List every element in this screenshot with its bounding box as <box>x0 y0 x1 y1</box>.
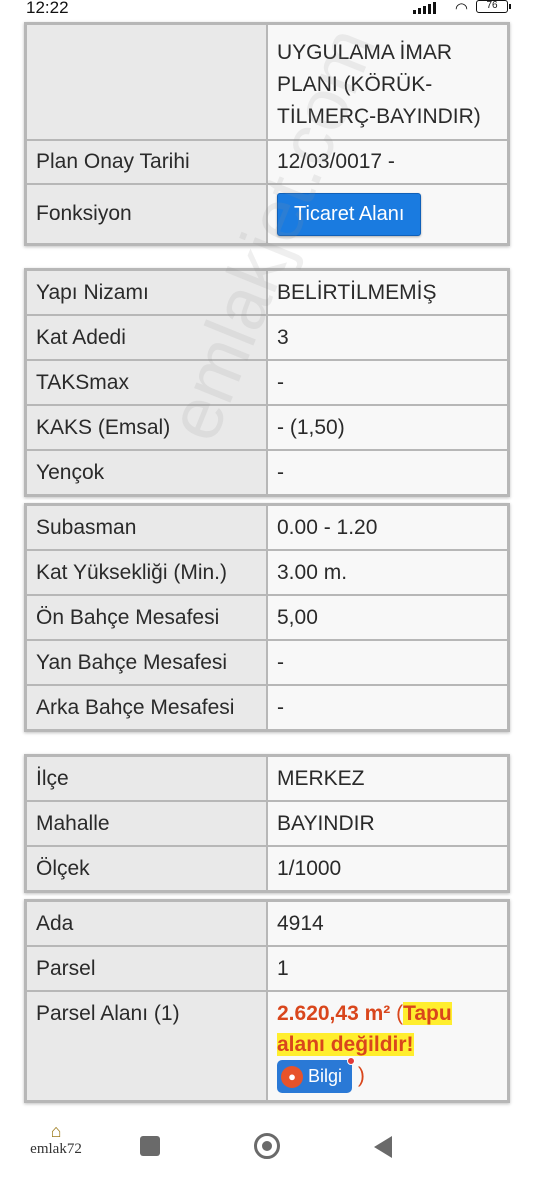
plan-table: UYGULAMA İMAR PLANI (KÖRÜK-TİLMERÇ-BAYIN… <box>24 22 510 246</box>
status-bar: 12:22 ◠ 76 <box>0 0 540 22</box>
recent-apps-button[interactable] <box>140 1136 160 1156</box>
table-row: İlçe MERKEZ <box>27 757 507 800</box>
back-button[interactable] <box>374 1136 392 1158</box>
table-row: Subasman 0.00 - 1.20 <box>27 506 507 549</box>
notification-dot <box>347 1057 356 1065</box>
row-value: - <box>268 641 507 684</box>
plan-name-value: UYGULAMA İMAR PLANI (KÖRÜK-TİLMERÇ-BAYIN… <box>268 25 507 139</box>
row-value: MERKEZ <box>268 757 507 800</box>
table-row: Kat Yüksekliği (Min.) 3.00 m. <box>27 549 507 594</box>
globe-icon: ● <box>281 1065 303 1088</box>
row-label: Ölçek <box>27 847 268 890</box>
row-label: Ön Bahçe Mesafesi <box>27 596 268 639</box>
logo-text: emlak72 <box>30 1141 82 1157</box>
row-value: - <box>268 451 507 494</box>
table-row: Ön Bahçe Mesafesi 5,00 <box>27 594 507 639</box>
row-value: BAYINDIR <box>268 802 507 845</box>
plan-approval-date: 12/03/0017 - <box>268 141 507 183</box>
row-label: Kat Yüksekliği (Min.) <box>27 551 268 594</box>
table-row: Kat Adedi 3 <box>27 314 507 359</box>
paren-close: ) <box>352 1064 365 1088</box>
house-icon: ⌂ <box>50 1121 62 1141</box>
row-value: 3 <box>268 316 507 359</box>
title-deed-warning-2: alanı değildir! <box>277 1033 414 1056</box>
title-deed-warning: Tapu <box>403 1002 452 1025</box>
row-value: 1 <box>268 947 507 990</box>
parcel-area-number: 2.620,43 m² <box>277 1002 391 1025</box>
row-label: Plan Onay Tarihi <box>27 141 268 183</box>
row-label: Fonksiyon <box>27 185 268 243</box>
row-label: Parsel <box>27 947 268 990</box>
row-value: BELİRTİLMEMİŞ <box>268 271 507 314</box>
row-label: Yan Bahçe Mesafesi <box>27 641 268 684</box>
table-row: Fonksiyon Ticaret Alanı <box>27 183 507 243</box>
row-value: 3.00 m. <box>268 551 507 594</box>
table-row: UYGULAMA İMAR PLANI (KÖRÜK-TİLMERÇ-BAYIN… <box>27 25 507 139</box>
table-row: Parsel 1 <box>27 945 507 990</box>
table-row: Ada 4914 <box>27 902 507 945</box>
navigation-bar: ⌂ emlak72 <box>0 1114 540 1180</box>
row-label: Kat Adedi <box>27 316 268 359</box>
table-row: KAKS (Emsal) - (1,50) <box>27 404 507 449</box>
info-button-label: Bilgi <box>308 1066 343 1086</box>
row-label: KAKS (Emsal) <box>27 406 268 449</box>
location-table: İlçe MERKEZ Mahalle BAYINDIR Ölçek 1/100… <box>24 754 510 893</box>
status-time: 12:22 <box>26 0 69 17</box>
row-label: Ada <box>27 902 268 945</box>
table-row: Arka Bahçe Mesafesi - <box>27 684 507 729</box>
app-logo[interactable]: ⌂ emlak72 <box>26 1122 86 1158</box>
row-label: İlçe <box>27 757 268 800</box>
table-row: Ölçek 1/1000 <box>27 845 507 890</box>
table-row: TAKSmax - <box>27 359 507 404</box>
table-row: Yapı Nizamı BELİRTİLMEMİŞ <box>27 271 507 314</box>
row-value: 5,00 <box>268 596 507 639</box>
wifi-icon: ◠ <box>454 0 468 17</box>
row-value: - <box>268 686 507 729</box>
row-value: - <box>268 361 507 404</box>
row-value: 1/1000 <box>268 847 507 890</box>
row-value: - (1,50) <box>268 406 507 449</box>
signal-icon <box>413 2 436 14</box>
row-label: Yapı Nizamı <box>27 271 268 314</box>
row-label: Parsel Alanı (1) <box>27 992 268 1100</box>
info-button[interactable]: ● Bilgi <box>277 1057 356 1093</box>
row-label: Mahalle <box>27 802 268 845</box>
row-label: Yençok <box>27 451 268 494</box>
row-label: TAKSmax <box>27 361 268 404</box>
function-button[interactable]: Ticaret Alanı <box>277 192 422 236</box>
parcel-area-value: 2.620,43 m² (Tapu alanı değildir! ● Bilg… <box>268 992 507 1100</box>
row-label: Subasman <box>27 506 268 549</box>
plan-name-label <box>27 25 268 139</box>
row-value: 4914 <box>268 902 507 945</box>
table-row: Plan Onay Tarihi 12/03/0017 - <box>27 139 507 183</box>
construction-table: Yapı Nizamı BELİRTİLMEMİŞ Kat Adedi 3 TA… <box>24 268 510 497</box>
home-button[interactable] <box>254 1133 280 1159</box>
setback-table: Subasman 0.00 - 1.20 Kat Yüksekliği (Min… <box>24 503 510 732</box>
table-row: Parsel Alanı (1) 2.620,43 m² (Tapu alanı… <box>27 990 507 1100</box>
table-row: Mahalle BAYINDIR <box>27 800 507 845</box>
parcel-table: Ada 4914 Parsel 1 Parsel Alanı (1) 2.620… <box>24 899 510 1103</box>
paren-open: ( <box>390 1002 404 1025</box>
battery-icon: 76 <box>476 0 511 13</box>
row-label: Arka Bahçe Mesafesi <box>27 686 268 729</box>
table-row: Yençok - <box>27 449 507 494</box>
row-value: 0.00 - 1.20 <box>268 506 507 549</box>
table-row: Yan Bahçe Mesafesi - <box>27 639 507 684</box>
